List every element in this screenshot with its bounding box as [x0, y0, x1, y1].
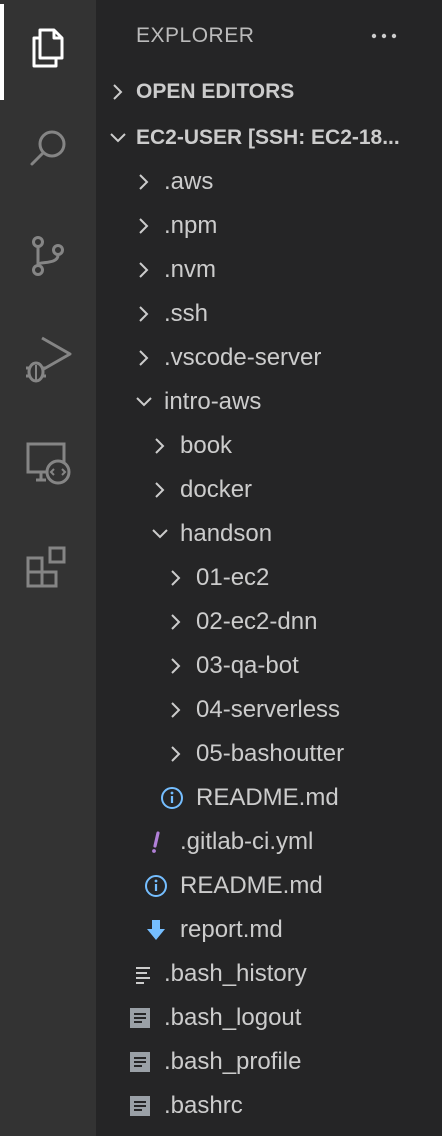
chevron-right-icon [164, 742, 188, 766]
folder-label: .npm [164, 212, 218, 239]
folder-03-qa-bot[interactable]: 03-qa-bot [96, 644, 442, 688]
file-handson-readme[interactable]: README.md [96, 776, 442, 820]
file-label: .bashrc [164, 1092, 243, 1119]
workspace-section[interactable]: EC2-USER [SSH: EC2-18... [96, 116, 442, 160]
folder-nvm[interactable]: .nvm [96, 248, 442, 292]
explorer-icon[interactable] [0, 4, 96, 100]
folder-ssh[interactable]: .ssh [96, 292, 442, 336]
chevron-down-icon [106, 126, 130, 156]
folder-label: .aws [164, 168, 214, 195]
folder-label: .vscode-server [164, 344, 322, 371]
chevron-right-icon [132, 346, 156, 370]
file-bashrc[interactable]: .bashrc [96, 1084, 442, 1128]
source-control-icon[interactable] [0, 212, 96, 300]
text-lines-icon [132, 962, 156, 986]
chevron-right-icon [164, 566, 188, 590]
folder-01-ec2[interactable]: 01-ec2 [96, 556, 442, 600]
chevron-right-icon [164, 654, 188, 678]
folder-docker[interactable]: docker [96, 468, 442, 512]
remote-explorer-icon[interactable] [0, 420, 96, 508]
chevron-right-icon [106, 80, 130, 110]
folder-aws[interactable]: .aws [96, 160, 442, 204]
file-label: README.md [196, 784, 339, 811]
explorer-sidebar: EXPLORER OPEN EDITORS EC2-USER [SSH: EC2… [96, 0, 442, 1136]
folder-vscode-server[interactable]: .vscode-server [96, 336, 442, 380]
folder-label: docker [180, 476, 253, 503]
activity-bar [0, 0, 96, 1136]
section-label: OPEN EDITORS [136, 80, 295, 103]
file-label: README.md [180, 872, 323, 899]
more-actions-icon[interactable] [368, 20, 400, 52]
file-bash-profile[interactable]: .bash_profile [96, 1040, 442, 1084]
file-doc-icon [128, 1094, 152, 1118]
chevron-right-icon [132, 170, 156, 194]
folder-book[interactable]: book [96, 424, 442, 468]
folder-handson[interactable]: handson [96, 512, 442, 556]
chevron-down-icon [148, 522, 172, 546]
file-label: .gitlab-ci.yml [180, 828, 314, 855]
folder-label: 01-ec2 [196, 564, 270, 591]
chevron-right-icon [132, 214, 156, 238]
folder-label: handson [180, 520, 273, 547]
chevron-right-icon [132, 302, 156, 326]
search-icon[interactable] [0, 104, 96, 192]
file-doc-icon [128, 1050, 152, 1074]
file-doc-icon [128, 1006, 152, 1030]
run-debug-icon[interactable] [0, 316, 96, 404]
folder-label: .nvm [164, 256, 217, 283]
folder-label: 03-qa-bot [196, 652, 299, 679]
info-icon [144, 874, 168, 898]
file-label: .bash_history [164, 960, 307, 987]
folder-label: 05-bashoutter [196, 740, 345, 767]
chevron-down-icon [132, 390, 156, 414]
section-label: EC2-USER [SSH: EC2-18... [136, 126, 400, 149]
file-report[interactable]: report.md [96, 908, 442, 952]
file-label: .bash_logout [164, 1004, 302, 1031]
chevron-right-icon [148, 434, 172, 458]
folder-label: 02-ec2-dnn [196, 608, 318, 635]
yaml-exclamation-icon [144, 830, 168, 854]
folder-npm[interactable]: .npm [96, 204, 442, 248]
download-arrow-icon [144, 918, 168, 942]
folder-04-serverless[interactable]: 04-serverless [96, 688, 442, 732]
folder-02-ec2-dnn[interactable]: 02-ec2-dnn [96, 600, 442, 644]
file-label: .bash_profile [164, 1048, 302, 1075]
chevron-right-icon [132, 258, 156, 282]
explorer-title: EXPLORER [136, 24, 255, 47]
file-intro-readme[interactable]: README.md [96, 864, 442, 908]
folder-intro-aws[interactable]: intro-aws [96, 380, 442, 424]
extensions-icon[interactable] [0, 524, 96, 612]
folder-05-bashoutter[interactable]: 05-bashoutter [96, 732, 442, 776]
folder-label: 04-serverless [196, 696, 341, 723]
file-bash-history[interactable]: .bash_history [96, 952, 442, 996]
folder-label: book [180, 432, 233, 459]
file-bash-logout[interactable]: .bash_logout [96, 996, 442, 1040]
info-icon [160, 786, 184, 810]
file-label: report.md [180, 916, 283, 943]
chevron-right-icon [148, 478, 172, 502]
chevron-right-icon [164, 698, 188, 722]
folder-label: .ssh [164, 300, 209, 327]
file-gitlab-ci[interactable]: .gitlab-ci.yml [96, 820, 442, 864]
open-editors-section[interactable]: OPEN EDITORS [96, 70, 442, 114]
chevron-right-icon [164, 610, 188, 634]
folder-label: intro-aws [164, 388, 262, 415]
